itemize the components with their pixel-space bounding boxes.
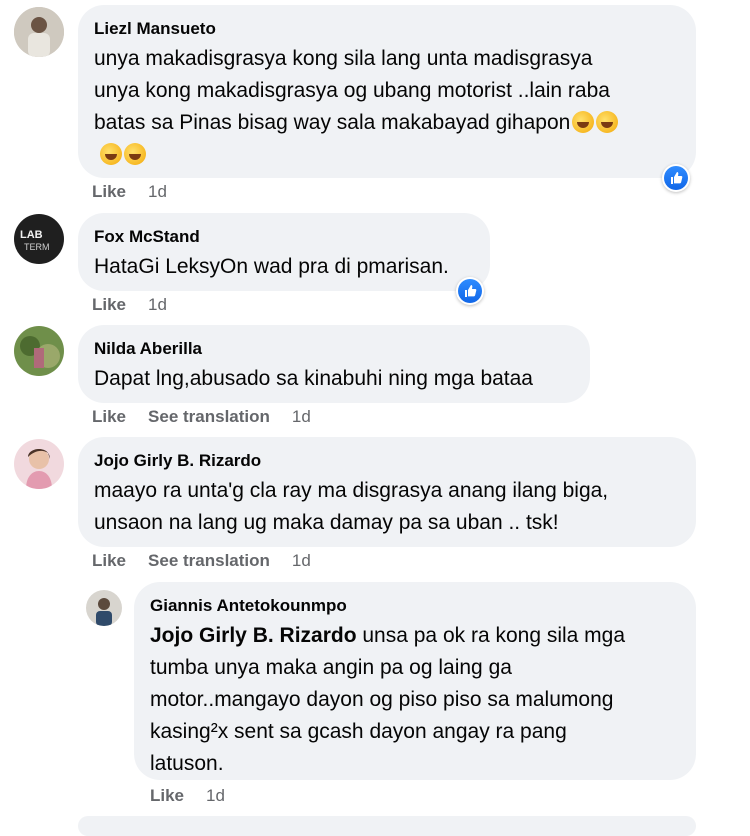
- like-button[interactable]: Like: [92, 407, 126, 426]
- comment-actions: Like 1d: [92, 182, 189, 202]
- comment-timestamp[interactable]: 1d: [148, 182, 167, 201]
- like-button[interactable]: Like: [92, 182, 126, 201]
- thumbs-up-icon: [458, 279, 482, 303]
- comment-line: unya kong makadisgrasya og ubang motoris…: [94, 75, 680, 107]
- avatar[interactable]: [14, 7, 64, 57]
- thumbs-up-icon: [664, 166, 688, 190]
- svg-text:TERM: TERM: [24, 242, 50, 252]
- like-reaction-badge[interactable]: [456, 277, 484, 305]
- reply-bubble: Giannis Antetokounmpo Jojo Girly B. Riza…: [134, 582, 696, 780]
- comment-bubble: Jojo Girly B. Rizardo maayo ra unta'g cl…: [78, 437, 696, 547]
- reply-line: motor..mangayo dayon og piso piso sa mal…: [150, 688, 614, 711]
- comment-line: unya makadisgrasya kong sila lang unta m…: [94, 47, 593, 70]
- laughing-emoji-icon: [596, 111, 619, 133]
- avatar[interactable]: [86, 590, 122, 626]
- comment-line: maayo ra unta'g cla ray ma disgrasya ana…: [94, 479, 609, 502]
- reply-timestamp[interactable]: 1d: [206, 786, 225, 805]
- see-translation-link[interactable]: See translation: [148, 407, 270, 426]
- like-button[interactable]: Like: [150, 786, 184, 805]
- comment-line-text: batas sa Pinas bisag way sala makabayad …: [94, 111, 571, 134]
- comment-text: unya makadisgrasya kong sila lang unta m…: [94, 43, 680, 171]
- reply-line: Jojo Girly B. Rizardo unsa pa ok ra kong…: [150, 620, 680, 652]
- comment-text: maayo ra unta'g cla ray ma disgrasya ana…: [94, 475, 680, 539]
- comment-bubble: Liezl Mansueto unya makadisgrasya kong s…: [78, 5, 696, 178]
- comment-text: HataGi LeksyOn wad pra di pmarisan.: [94, 251, 474, 283]
- comment-bubble: Nilda Aberilla Dapat lng,abusado sa kina…: [78, 325, 590, 403]
- avatar[interactable]: [14, 326, 64, 376]
- comment-line: Dapat lng,abusado sa kinabuhi ning mga b…: [94, 367, 533, 390]
- laughing-emoji-icon: [100, 143, 122, 165]
- comment-timestamp[interactable]: 1d: [148, 295, 167, 314]
- see-translation-link[interactable]: See translation: [148, 551, 270, 570]
- comment-timestamp[interactable]: 1d: [292, 551, 311, 570]
- reply-line: kasing²x sent sa gcash dayon angay ra pa…: [150, 720, 567, 743]
- avatar[interactable]: LAB TERM: [14, 214, 64, 264]
- comment-actions: Like 1d: [92, 295, 189, 315]
- comment-bubble: Fox McStand HataGi LeksyOn wad pra di pm…: [78, 213, 490, 291]
- comment-line: HataGi LeksyOn wad pra di pmarisan.: [94, 255, 449, 278]
- reply-line: tumba unya maka angin pa og laing ga: [150, 656, 512, 679]
- like-button[interactable]: Like: [92, 295, 126, 314]
- comment-line: unsaon na lang ug maka damay pa sa uban …: [94, 511, 559, 534]
- comment-timestamp[interactable]: 1d: [292, 407, 311, 426]
- comment-author[interactable]: Jojo Girly B. Rizardo: [94, 451, 680, 471]
- comment-line: [94, 139, 680, 171]
- comment-line-text: unya kong makadisgrasya og ubang motoris…: [94, 79, 610, 102]
- laughing-emoji-icon: [124, 143, 146, 165]
- comment-text: Dapat lng,abusado sa kinabuhi ning mga b…: [94, 363, 574, 395]
- reply-text: Jojo Girly B. Rizardo unsa pa ok ra kong…: [150, 620, 680, 780]
- reply-author[interactable]: Giannis Antetokounmpo: [150, 596, 680, 616]
- comment-actions: Like See translation 1d: [92, 551, 333, 571]
- reply-line-text: unsa pa ok ra kong sila mga: [356, 624, 626, 647]
- laughing-emoji-icon: [572, 111, 595, 133]
- like-button[interactable]: Like: [92, 551, 126, 570]
- like-reaction-badge[interactable]: [662, 164, 690, 192]
- comment-actions: Like See translation 1d: [92, 407, 333, 427]
- comment-author[interactable]: Liezl Mansueto: [94, 19, 680, 39]
- comment-author[interactable]: Nilda Aberilla: [94, 339, 574, 359]
- comment-line: batas sa Pinas bisag way sala makabayad …: [94, 107, 680, 139]
- comment-bubble: [78, 816, 696, 836]
- mention-link[interactable]: Jojo Girly B. Rizardo: [150, 624, 357, 647]
- avatar[interactable]: [14, 439, 64, 489]
- comment-author[interactable]: Fox McStand: [94, 227, 474, 247]
- reply-actions: Like 1d: [150, 786, 247, 806]
- svg-text:LAB: LAB: [20, 229, 43, 241]
- reply-line: latuson.: [150, 752, 224, 775]
